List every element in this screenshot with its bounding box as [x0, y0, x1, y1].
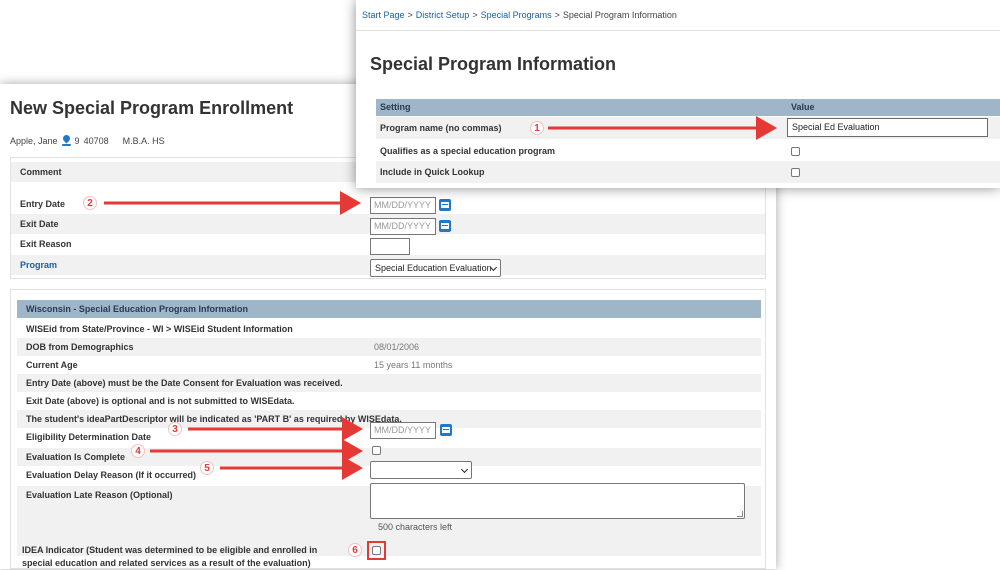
breadcrumb-separator: >: [554, 10, 560, 20]
student-name: Apple, Jane: [10, 135, 58, 146]
dob-row: DOB from Demographics 08/01/2006: [17, 338, 761, 356]
delay-reason-label: Evaluation Delay Reason (If it occurred): [26, 470, 197, 480]
late-reason-label: Evaluation Late Reason (Optional): [26, 490, 173, 500]
breadcrumb-current: Special Program Information: [562, 10, 677, 20]
note-exit-row: Exit Date (above) is optional and is not…: [17, 392, 761, 410]
program-select[interactable]: Special Education Evaluation: [370, 259, 501, 277]
breadcrumb-separator: >: [472, 10, 478, 20]
eval-complete-checkbox[interactable]: [372, 446, 381, 455]
quick-lookup-checkbox[interactable]: [791, 168, 800, 177]
student-info: Apple, Jane 9 40708 M.B.A. HS: [10, 135, 165, 146]
breadcrumb-special-programs[interactable]: Special Programs: [481, 10, 552, 20]
program-name-input[interactable]: Special Ed Evaluation: [787, 118, 988, 137]
annotation-badge-1: 1: [530, 121, 544, 135]
note-idea: The student's ideaPartDescriptor will be…: [26, 414, 402, 424]
program-info-title: Special Program Information: [370, 54, 617, 74]
exit-date-input[interactable]: MM/DD/YYYY: [370, 218, 436, 235]
wiseid-row: WISEid from State/Province - WI > WISEid…: [17, 320, 761, 338]
age-row: Current Age 15 years 11 months: [17, 356, 761, 374]
program-link[interactable]: Program: [20, 260, 57, 270]
setting-column-header: Setting: [380, 102, 411, 112]
breadcrumb-district-setup[interactable]: District Setup: [416, 10, 470, 20]
resize-handle-icon[interactable]: [737, 511, 743, 517]
settings-table-header: Setting Value: [376, 99, 1000, 116]
age-value: 15 years 11 months: [374, 360, 453, 370]
note-entry-row: Entry Date (above) must be the Date Cons…: [17, 374, 761, 392]
chevron-down-icon: [460, 465, 469, 474]
eligibility-date-input[interactable]: MM/DD/YYYY: [370, 422, 436, 439]
eligibility-calendar-icon[interactable]: [440, 424, 452, 436]
qualifies-label: Qualifies as a special education program: [380, 146, 556, 156]
annotation-badge-3: 3: [168, 422, 182, 436]
note-exit: Exit Date (above) is optional and is not…: [26, 396, 295, 406]
student-grade: 9: [74, 135, 80, 146]
annotation-badge-2: 2: [83, 196, 97, 210]
entry-date-input[interactable]: MM/DD/YYYY: [370, 197, 436, 214]
page-title: New Special Program Enrollment: [10, 98, 294, 118]
age-label: Current Age: [26, 360, 78, 370]
quick-lookup-row: Include in Quick Lookup: [376, 161, 1000, 183]
student-id: 40708: [83, 135, 109, 146]
qualifies-row: Qualifies as a special education program: [376, 140, 1000, 162]
breadcrumb-start-page[interactable]: Start Page: [362, 10, 405, 20]
entry-date-label: Entry Date: [20, 199, 66, 209]
comment-label: Comment: [20, 167, 62, 177]
annotation-badge-6: 6: [348, 543, 362, 557]
annotation-badge-5: 5: [200, 461, 214, 475]
breadcrumb: Start Page > District Setup > Special Progra…: [362, 10, 677, 20]
qualifies-checkbox[interactable]: [791, 147, 800, 156]
program-select-value: Special Education Evaluation: [375, 263, 492, 273]
annotation-badge-4: 4: [131, 444, 145, 458]
location-pin-icon[interactable]: [61, 135, 71, 146]
breadcrumb-separator: >: [407, 10, 413, 20]
wisconsin-header: Wisconsin - Special Education Program In…: [17, 300, 761, 318]
chars-left-counter: 500 characters left: [378, 522, 453, 532]
entry-date-calendar-icon[interactable]: [439, 199, 451, 211]
note-entry: Entry Date (above) must be the Date Cons…: [26, 378, 343, 388]
program-info-panel: Start Page > District Setup > Special Progra…: [356, 0, 1000, 188]
late-reason-textarea[interactable]: [370, 483, 745, 519]
header-divider: [356, 30, 1000, 31]
delay-reason-select[interactable]: [370, 461, 472, 479]
eligibility-label: Eligibility Determination Date: [26, 432, 152, 442]
exit-date-label: Exit Date: [20, 219, 59, 229]
wiseid-label: WISEid from State/Province - WI > WISEid…: [26, 324, 293, 334]
dob-value: 08/01/2006: [374, 342, 420, 352]
student-school: M.B.A. HS: [122, 135, 165, 146]
eval-complete-label: Evaluation Is Complete: [26, 452, 126, 462]
exit-reason-input[interactable]: [370, 238, 410, 255]
quick-lookup-label: Include in Quick Lookup: [380, 167, 485, 177]
exit-reason-label: Exit Reason: [20, 239, 72, 249]
exit-date-calendar-icon[interactable]: [439, 220, 451, 232]
dob-label: DOB from Demographics: [26, 342, 134, 352]
idea-checkbox-highlight: [367, 541, 386, 560]
program-name-label: Program name (no commas): [380, 123, 502, 133]
value-column-header: Value: [791, 102, 815, 112]
idea-indicator-label: IDEA Indicator (Student was determined t…: [22, 545, 318, 568]
